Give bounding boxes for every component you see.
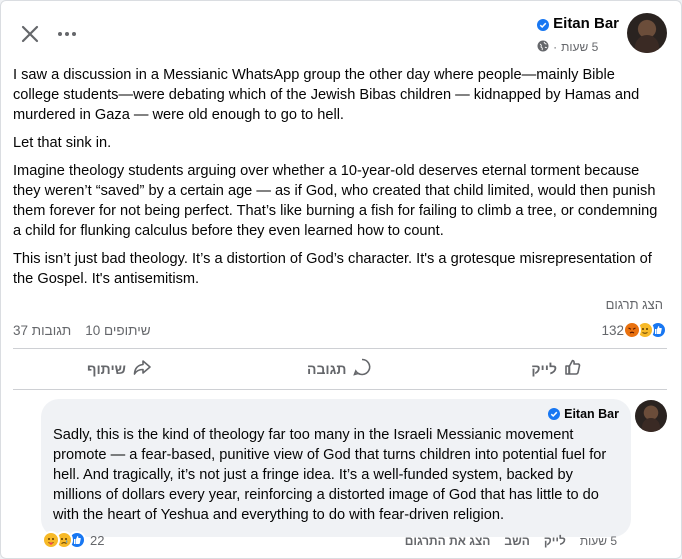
comment-reply-button[interactable]: השב — [504, 534, 529, 548]
comment-translate-link[interactable]: הצג את התרגום — [405, 534, 491, 548]
comment-bubble-icon — [352, 357, 372, 380]
care-reaction-icon — [42, 531, 60, 549]
post-meta: 5 שעות · — [537, 40, 619, 55]
comment-like-button[interactable]: לייק — [544, 534, 566, 548]
post-author: Eitan Bar 5 שעות · — [537, 15, 619, 55]
divider — [13, 389, 667, 390]
more-horizontal-icon[interactable] — [56, 23, 78, 45]
post-card: Eitan Bar 5 שעות · I saw a discussion in… — [0, 0, 682, 559]
comment-reactions[interactable]: 22 — [42, 531, 105, 549]
post-body: I saw a discussion in a Messianic WhatsA… — [13, 65, 663, 297]
share-label: שיתוף — [87, 360, 126, 377]
post-time[interactable]: 5 שעות — [561, 40, 598, 54]
post-paragraph: Let that sink in. — [13, 135, 112, 151]
comment-reaction-icons — [42, 531, 86, 549]
divider — [13, 348, 667, 349]
post-stats: 37 תגובות 10 שיתופים 132 — [13, 321, 667, 343]
author-name[interactable]: Eitan Bar — [553, 15, 619, 32]
comments-count[interactable]: 37 תגובות — [13, 323, 71, 338]
verified-badge-icon — [548, 408, 561, 420]
globe-icon — [537, 40, 549, 55]
see-translation-link[interactable]: הצג תרגום — [606, 297, 663, 312]
comment-label: תגובה — [307, 360, 347, 377]
reactions-count[interactable]: 132 — [601, 323, 624, 338]
post-paragraph: Imagine theology students arguing over w… — [13, 163, 658, 239]
comment-time[interactable]: 5 שעות — [580, 534, 617, 548]
post-paragraph: This isn’t just bad theology. It’s a dis… — [13, 251, 652, 287]
author-name-row[interactable]: Eitan Bar — [537, 15, 619, 32]
post-actions: לייק תגובה שיתוף — [13, 353, 667, 387]
share-arrow-icon — [132, 357, 152, 380]
comment-author[interactable]: Eitan Bar — [548, 407, 619, 421]
meta-separator: · — [553, 40, 558, 54]
comment-meta: 5 שעות לייק השב הצג את התרגום — [405, 534, 617, 548]
like-label: לייק — [531, 360, 557, 377]
reaction-icons — [623, 321, 667, 339]
angry-reaction-icon — [623, 321, 641, 339]
author-avatar[interactable] — [627, 13, 667, 53]
comment-bubble: Eitan Bar Sadly, this is the kind of the… — [41, 399, 631, 537]
reactions-summary[interactable]: 132 — [601, 321, 667, 339]
comment-author-name[interactable]: Eitan Bar — [564, 407, 619, 421]
post-paragraph: I saw a discussion in a Messianic WhatsA… — [13, 67, 640, 123]
engagement-counts: 37 תגובות 10 שיתופים — [13, 323, 151, 338]
post-header: Eitan Bar 5 שעות · — [1, 9, 681, 59]
thumbs-up-icon — [563, 357, 583, 380]
comment-reactions-count: 22 — [90, 532, 105, 548]
verified-badge-icon — [537, 18, 550, 31]
shares-count[interactable]: 10 שיתופים — [85, 323, 150, 338]
share-button[interactable]: שיתוף — [87, 357, 152, 380]
like-button[interactable]: לייק — [531, 357, 583, 380]
comment-author-avatar[interactable] — [635, 400, 667, 432]
comment-button[interactable]: תגובה — [307, 357, 372, 380]
comment-text: Sadly, this is the kind of theology far … — [53, 427, 607, 523]
close-icon[interactable] — [19, 23, 41, 45]
